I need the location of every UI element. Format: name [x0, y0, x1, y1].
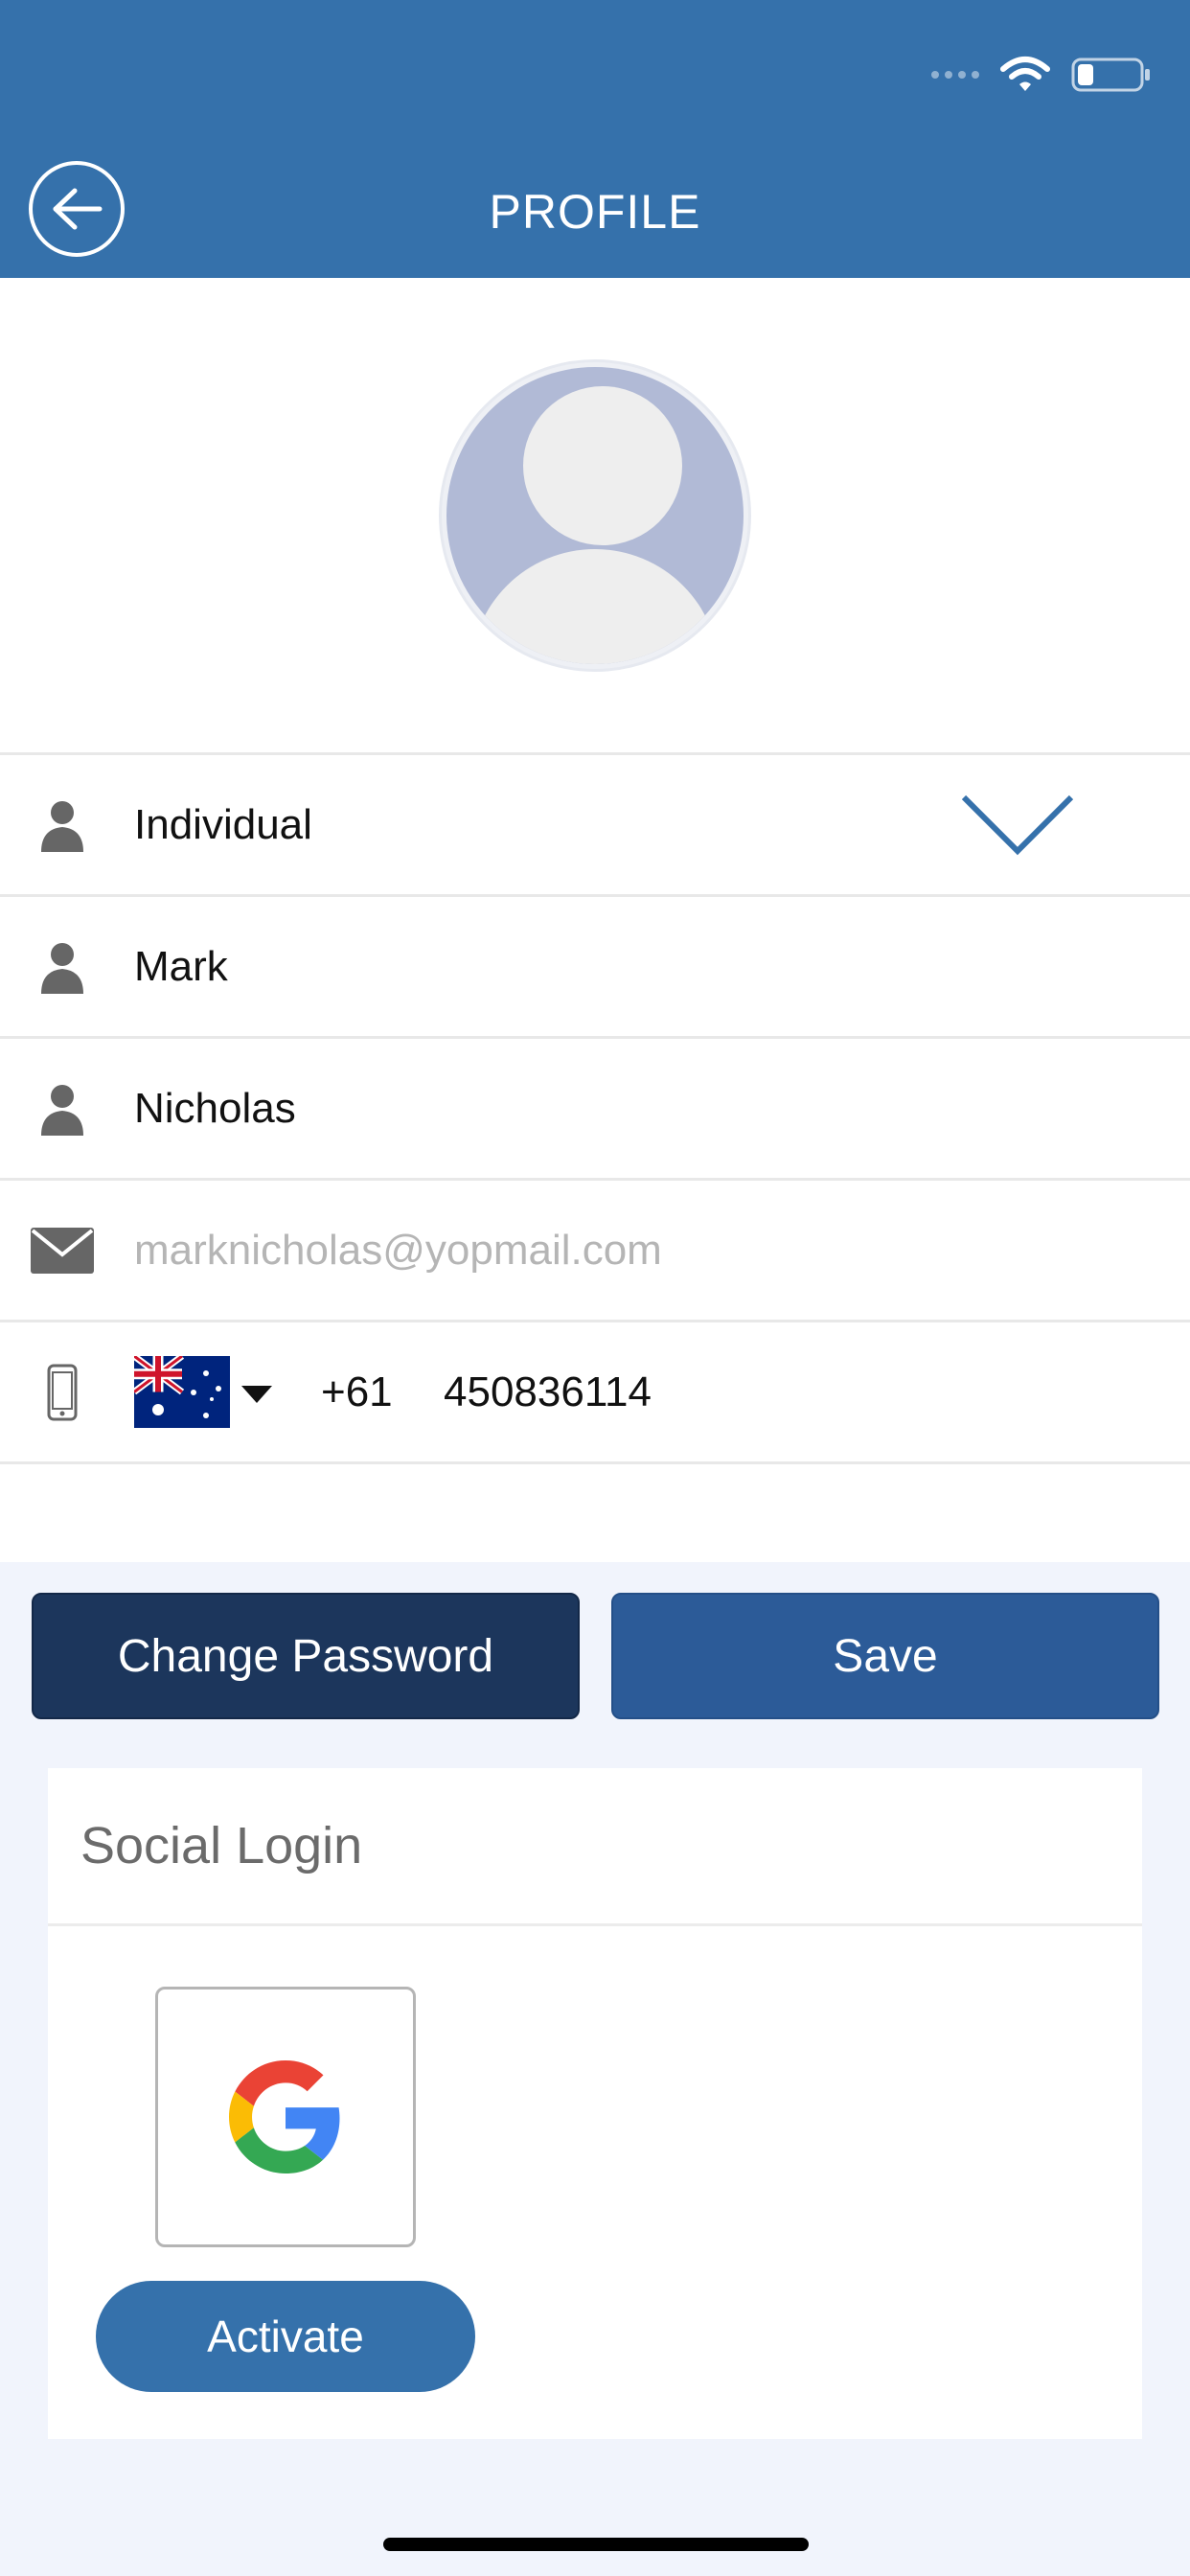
- app-header: PROFILE: [0, 0, 1190, 278]
- wifi-icon: [1000, 56, 1050, 91]
- google-icon: [229, 2060, 340, 2174]
- save-button[interactable]: Save: [611, 1593, 1159, 1719]
- mobile-phone-icon: [31, 1364, 94, 1421]
- page-title: PROFILE: [489, 185, 701, 239]
- envelope-icon: [31, 1222, 94, 1279]
- default-user-avatar-icon: [446, 367, 744, 664]
- activate-button[interactable]: Activate: [96, 2281, 475, 2392]
- last-name-field[interactable]: Nicholas: [0, 1036, 1190, 1178]
- person-icon: [31, 1080, 94, 1138]
- social-login-title: Social Login: [80, 1817, 363, 1874]
- battery-icon: [1071, 58, 1150, 91]
- first-name-value: Mark: [134, 942, 228, 990]
- email-placeholder: marknicholas@yopmail.com: [134, 1226, 662, 1274]
- phone-number-value: 450836114: [444, 1368, 652, 1415]
- first-name-field[interactable]: Mark: [0, 894, 1190, 1036]
- email-field[interactable]: marknicholas@yopmail.com: [0, 1178, 1190, 1320]
- person-icon: [31, 796, 94, 854]
- person-icon: [31, 938, 94, 996]
- australia-flag-icon[interactable]: [134, 1356, 230, 1428]
- divider: [48, 1923, 1142, 1926]
- dial-code[interactable]: +61: [321, 1368, 393, 1416]
- change-password-button[interactable]: Change Password: [32, 1593, 580, 1719]
- home-indicator[interactable]: [383, 2538, 809, 2551]
- cellular-signal-icon: [931, 70, 979, 79]
- account-type-value: Individual: [134, 800, 312, 848]
- profile-form: Individual Mark Nicholas marknicholas@yo…: [0, 752, 1190, 1464]
- google-login-tile[interactable]: [155, 1987, 416, 2247]
- caret-down-icon[interactable]: [241, 1386, 272, 1403]
- avatar[interactable]: [439, 359, 751, 672]
- last-name-value: Nicholas: [134, 1084, 296, 1132]
- chevron-down-icon[interactable]: [960, 794, 1075, 857]
- social-login-card: Social Login Activate: [48, 1768, 1142, 2439]
- phone-field[interactable]: +61 450836114: [0, 1320, 1190, 1464]
- account-type-select[interactable]: Individual: [0, 752, 1190, 894]
- actions-section: Change Password Save Social Login Activa…: [0, 1562, 1190, 2576]
- status-bar: [931, 53, 1152, 96]
